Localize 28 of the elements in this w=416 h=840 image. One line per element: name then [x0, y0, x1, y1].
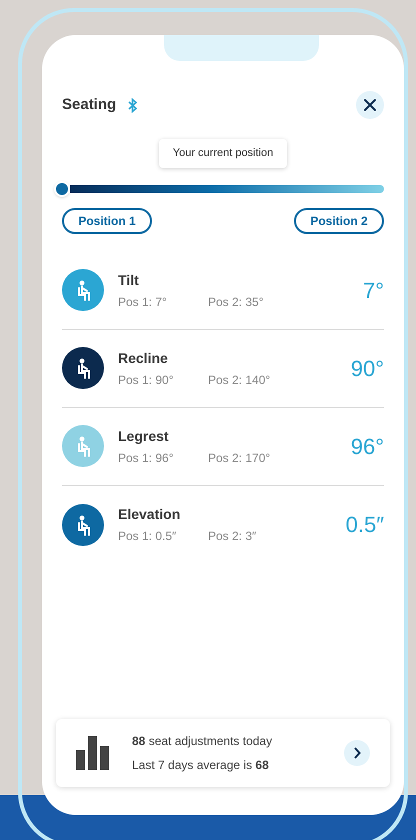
position-button[interactable]: Position 2: [294, 208, 384, 234]
current-value: 90°: [350, 354, 384, 382]
setting-name: Legrest: [118, 426, 170, 446]
position-2-value: Pos 2: 35°: [208, 294, 264, 310]
chevron-right-icon: [353, 747, 361, 759]
bar-chart-icon: [76, 736, 110, 770]
setting-name: Recline: [118, 348, 169, 368]
position-2-value: Pos 2: 140°: [208, 372, 270, 388]
current-value: 0.5″: [346, 511, 384, 539]
screen-title: Seating: [62, 94, 116, 115]
position-1-value: Pos 1: 0.5″: [118, 528, 178, 545]
slider-thumb[interactable]: [54, 180, 70, 196]
close-icon: [363, 98, 377, 112]
next-button[interactable]: [344, 740, 370, 766]
setting-name: Elevation: [118, 505, 182, 524]
setting-name: Tilt: [118, 270, 140, 290]
position-2-value: Pos 2: 170°: [208, 450, 270, 466]
tooltip: Your current position: [158, 139, 288, 168]
current-value: 7°: [362, 276, 384, 304]
close-button[interactable]: [356, 91, 384, 119]
position-1-value: Pos 1: 90°: [118, 372, 174, 388]
current-value: 96°: [350, 432, 384, 460]
position-1-value: Pos 1: 96°: [118, 450, 174, 466]
summary-text: Last 7 days average is 68: [132, 757, 270, 774]
position-2-value: Pos 2: 3″: [208, 528, 256, 545]
summary-text: 88 seat adjustments today: [132, 733, 272, 750]
position-1-value: Pos 1: 7°: [118, 294, 168, 310]
position-button[interactable]: Position 1: [62, 208, 152, 234]
